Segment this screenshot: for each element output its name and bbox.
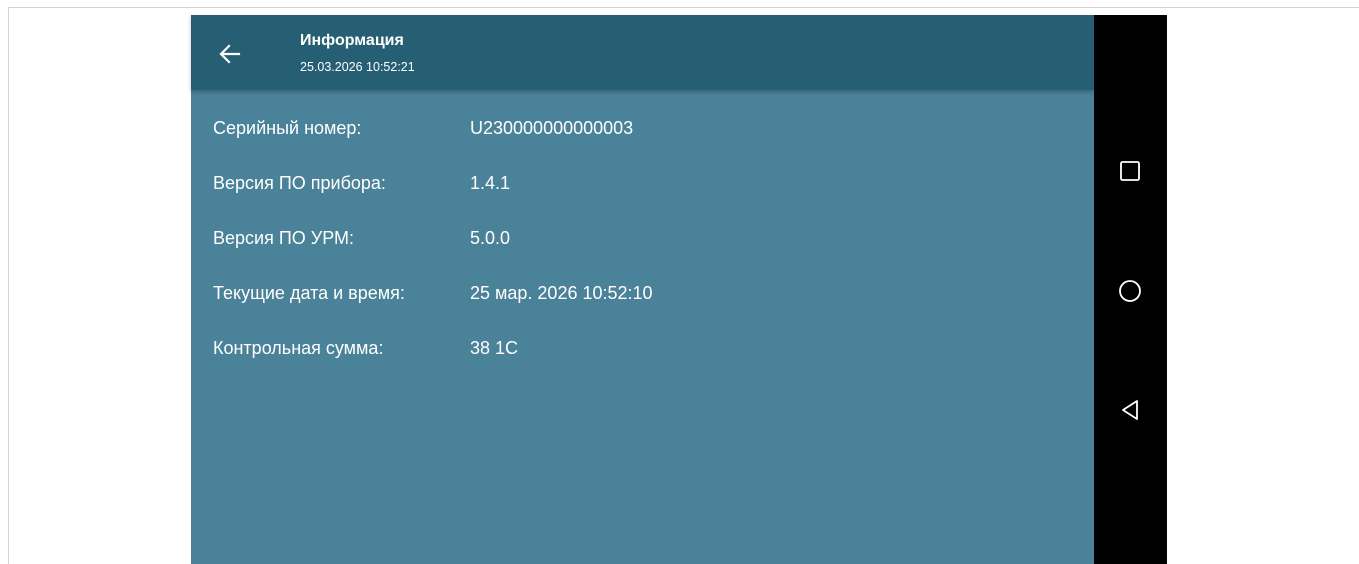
recents-button[interactable] xyxy=(1115,156,1145,186)
arrow-left-icon xyxy=(219,44,241,64)
home-circle-icon xyxy=(1119,280,1141,302)
page-subtitle-timestamp: 25.03.2026 10:52:21 xyxy=(300,60,415,74)
info-list: Серийный номер: U230000000000003 Версия … xyxy=(213,113,653,388)
info-row-datetime: Текущие дата и время: 25 мар. 2026 10:52… xyxy=(213,278,653,333)
info-row-urm-version: Версия ПО УРМ: 5.0.0 xyxy=(213,223,653,278)
info-label: Текущие дата и время: xyxy=(213,283,405,303)
system-back-button[interactable] xyxy=(1115,395,1145,425)
info-value: 25 мар. 2026 10:52:10 xyxy=(470,283,653,303)
home-button[interactable] xyxy=(1115,276,1145,306)
info-label: Серийный номер: xyxy=(213,118,362,138)
window-border-left xyxy=(8,7,9,564)
info-label: Версия ПО прибора: xyxy=(213,173,386,193)
toolbar: Информация 25.03.2026 10:52:21 xyxy=(191,15,1094,90)
app-content: Информация 25.03.2026 10:52:21 Серийный … xyxy=(191,15,1094,564)
info-label: Версия ПО УРМ: xyxy=(213,228,355,248)
info-row-checksum: Контрольная сумма: 38 1C xyxy=(213,333,653,388)
device-screen: Информация 25.03.2026 10:52:21 Серийный … xyxy=(191,15,1167,564)
info-row-serial: Серийный номер: U230000000000003 xyxy=(213,113,653,168)
recents-square-icon xyxy=(1120,161,1140,181)
info-label: Контрольная сумма: xyxy=(213,338,384,358)
info-value: 1.4.1 xyxy=(470,173,511,193)
info-value: 5.0.0 xyxy=(470,228,511,248)
back-triangle-icon xyxy=(1122,400,1138,420)
back-button[interactable] xyxy=(213,37,247,71)
system-nav-bar xyxy=(1094,15,1167,564)
info-value: 38 1C xyxy=(470,338,519,358)
page-title: Информация xyxy=(300,32,404,49)
info-row-device-firmware: Версия ПО прибора: 1.4.1 xyxy=(213,168,653,223)
window-border-top xyxy=(8,7,1359,8)
info-value: U230000000000003 xyxy=(470,118,634,138)
